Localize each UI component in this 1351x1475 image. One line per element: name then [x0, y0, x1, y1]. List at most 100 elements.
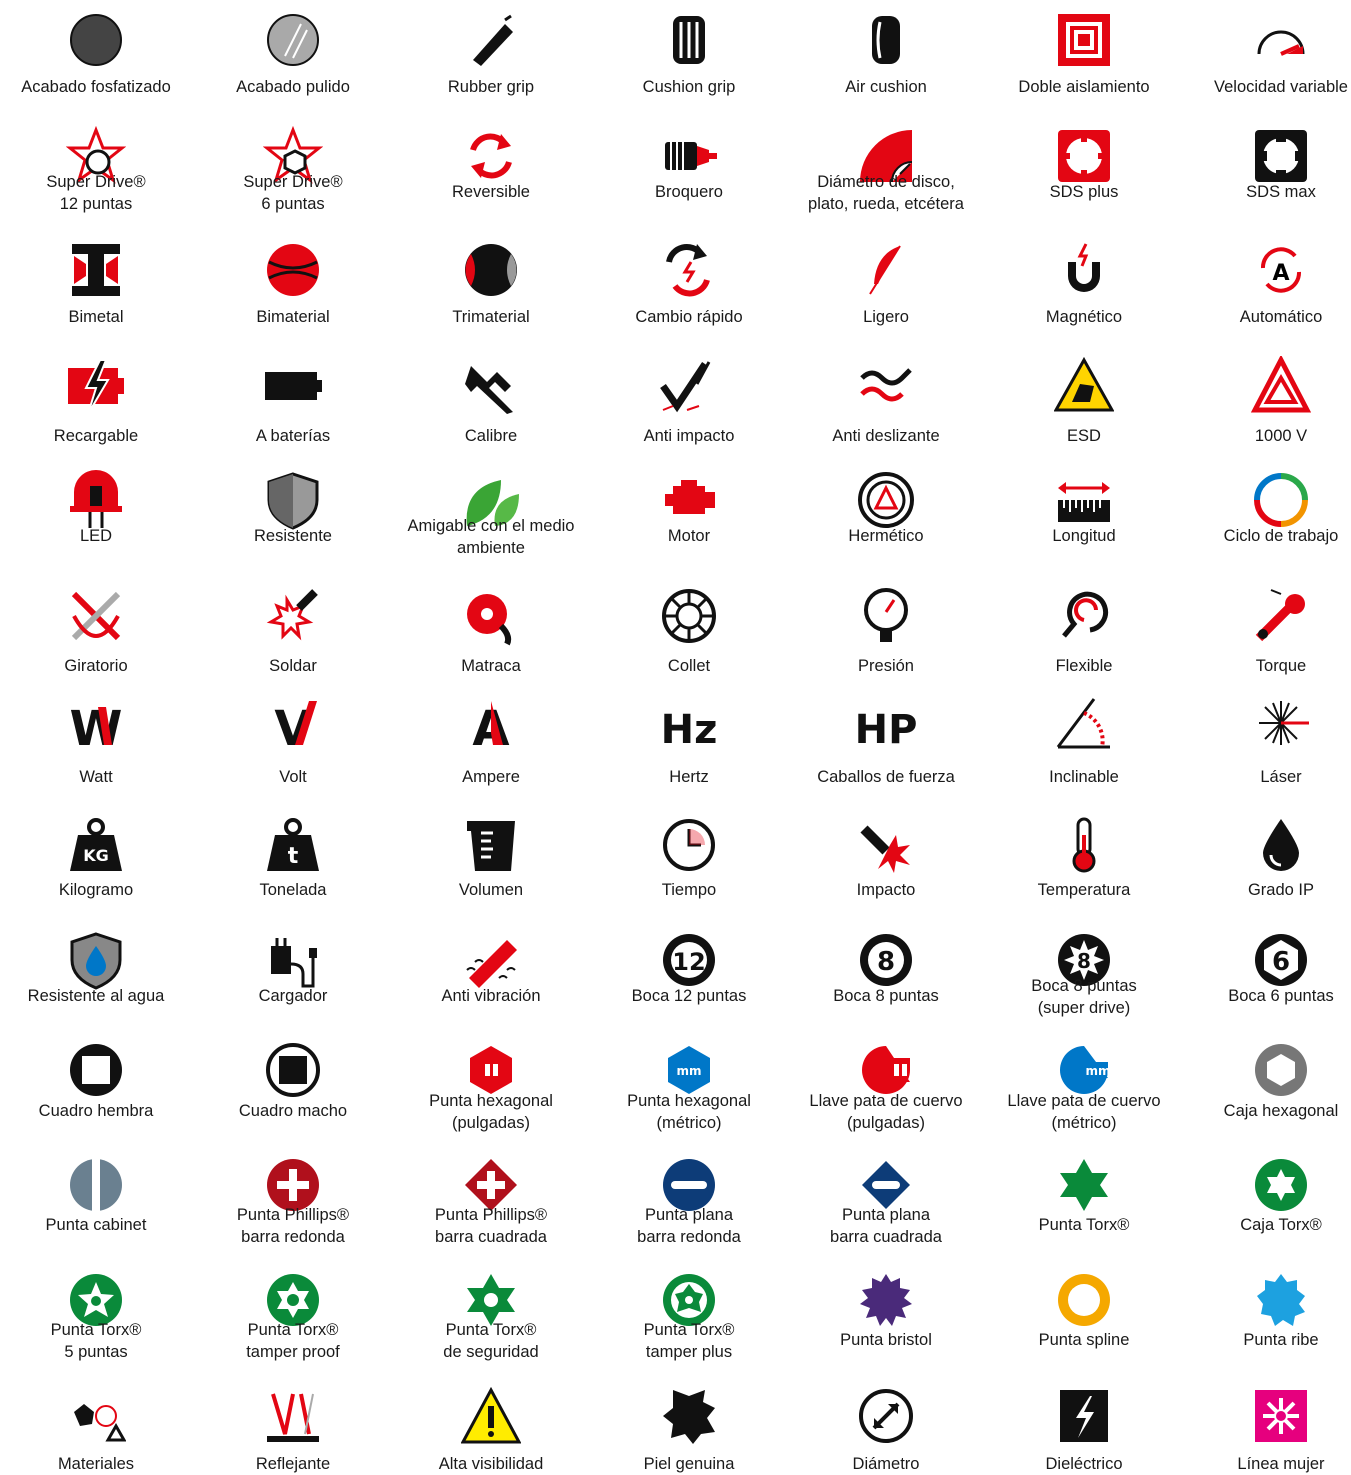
icon-label: Magnético: [988, 306, 1180, 328]
icon-label-line: Watt: [79, 768, 113, 786]
svg-text:mm: mm: [676, 1064, 701, 1078]
icon-label: A baterías: [197, 425, 389, 447]
lightweight-feather-icon: [856, 240, 916, 300]
icon-label-line: Caja hexagonal: [1223, 1102, 1339, 1120]
icon-label-line: Cambio rápido: [635, 308, 743, 326]
high-visibility-icon: [461, 1386, 521, 1446]
icon-label-line: barra redonda: [241, 1228, 345, 1246]
ampere-icon: A: [461, 693, 521, 753]
icon-label-line: A baterías: [255, 427, 331, 445]
icon-label: Resistente al agua: [0, 985, 192, 1007]
icon-label-line: Piel genuina: [643, 1455, 735, 1473]
duty-cycle-icon: [1251, 470, 1311, 530]
icon-label-line: Caballos de fuerza: [817, 768, 955, 786]
phosphate-finish-icon: [66, 10, 126, 70]
icon-label-line: Boca 8 puntas: [1031, 977, 1137, 995]
reflective-icon: [263, 1386, 323, 1446]
icon-label-line: tamper plus: [645, 1343, 733, 1361]
svg-text:HP: HP: [856, 707, 916, 753]
icon-label: Trimaterial: [395, 306, 587, 328]
icon-label: Línea mujer: [1185, 1453, 1351, 1475]
1000v-icon: [1251, 356, 1311, 416]
icon-label-line: Láser: [1260, 768, 1302, 786]
hertz-icon: Hz: [659, 693, 719, 753]
laser-icon: [1251, 693, 1311, 753]
icon-label-line: ESD: [1067, 427, 1101, 445]
icon-label: Broquero: [593, 181, 785, 203]
collet-icon: [659, 586, 719, 646]
svg-text:8: 8: [877, 947, 895, 977]
led-icon: [66, 470, 126, 530]
anti-vibration-icon: [461, 930, 521, 990]
icon-label-line: ambiente: [457, 539, 525, 557]
sds-max-icon: [1251, 126, 1311, 186]
icon-label: Cushion grip: [593, 76, 785, 98]
torque-wrench-icon: [1251, 586, 1311, 646]
icon-label: Hertz: [593, 766, 785, 788]
icon-label-line: Flexible: [1055, 657, 1113, 675]
icon-label: Motor: [593, 525, 785, 547]
icon-label-line: Resistente: [254, 527, 332, 545]
icon-label: Impacto: [790, 879, 982, 901]
icon-label-line: Diámetro de disco,: [817, 173, 955, 191]
bimaterial-icon: [263, 240, 323, 300]
icon-label-line: Punta ribe: [1243, 1331, 1319, 1349]
watt-icon: W: [66, 693, 126, 753]
icon-label: Punta Torx®: [988, 1214, 1180, 1236]
icon-label-line: (métrico): [656, 1114, 722, 1132]
icon-label: Amigable con el medio ambiente: [395, 515, 587, 559]
hex-socket-icon: [1251, 1040, 1311, 1100]
icon-label: Inclinable: [988, 766, 1180, 788]
bimetal-icon: [66, 240, 126, 300]
svg-text:mm: mm: [1085, 1064, 1110, 1078]
icon-label: Caballos de fuerza: [790, 766, 982, 788]
tiltable-icon: [1054, 693, 1114, 753]
icon-label-line: Temperatura: [1037, 881, 1131, 899]
icon-label: Anti vibración: [395, 985, 587, 1007]
ton-icon: t: [263, 815, 323, 875]
icon-label-line: Punta Torx®: [247, 1321, 339, 1339]
esd-icon: [1054, 356, 1114, 416]
icon-label-line: 5 puntas: [64, 1343, 128, 1361]
icon-label: Super Drive® 12 puntas: [0, 171, 192, 215]
icon-label-line: Resistente al agua: [27, 987, 165, 1005]
motor-icon: [659, 470, 719, 530]
icon-label-line: 12 puntas: [59, 195, 133, 213]
icon-label: Punta Torx® de seguridad: [395, 1319, 587, 1363]
icon-label: Kilogramo: [0, 879, 192, 901]
icon-label: Punta ribe: [1185, 1329, 1351, 1351]
icon-label-line: Bimetal: [68, 308, 124, 326]
sds-plus-icon: [1054, 126, 1114, 186]
icon-label: Punta Torx® tamper plus: [593, 1319, 785, 1363]
icon-label: Tiempo: [593, 879, 785, 901]
icon-label: SDS max: [1185, 181, 1351, 203]
icon-label: Ampere: [395, 766, 587, 788]
icon-label-line: Super Drive®: [243, 173, 343, 191]
icon-label-line: Automático: [1239, 308, 1323, 326]
reversible-icon: [461, 126, 521, 186]
icon-label: Caja Torx®: [1185, 1214, 1351, 1236]
icon-label-line: Diámetro: [852, 1455, 920, 1473]
icon-label: Punta Phillips® barra cuadrada: [395, 1204, 587, 1248]
icon-label-line: (métrico): [1051, 1114, 1117, 1132]
trimaterial-icon: [461, 240, 521, 300]
icon-label-line: Boca 6 puntas: [1228, 987, 1334, 1005]
icon-label: Matraca: [395, 655, 587, 677]
icon-label: Reflejante: [197, 1453, 389, 1475]
svg-text:6: 6: [1272, 947, 1290, 977]
socket-6-point-icon: 6: [1251, 930, 1311, 990]
icon-label: Punta spline: [988, 1329, 1180, 1351]
quick-change-icon: [659, 240, 719, 300]
svg-text:t: t: [288, 844, 299, 869]
icon-label: Resistente: [197, 525, 389, 547]
icon-label: Watt: [0, 766, 192, 788]
volt-icon: V: [263, 693, 323, 753]
icon-label-line: Llave pata de cuervo: [1007, 1092, 1161, 1110]
materials-icon: [66, 1386, 126, 1446]
caliper-icon: [461, 356, 521, 416]
bristol-tip-icon: [856, 1270, 916, 1330]
icon-label-line: Recargable: [53, 427, 139, 445]
icon-label-line: Doble aislamiento: [1018, 78, 1150, 96]
resistant-shield-icon: [263, 470, 323, 530]
icon-label: Cargador: [197, 985, 389, 1007]
